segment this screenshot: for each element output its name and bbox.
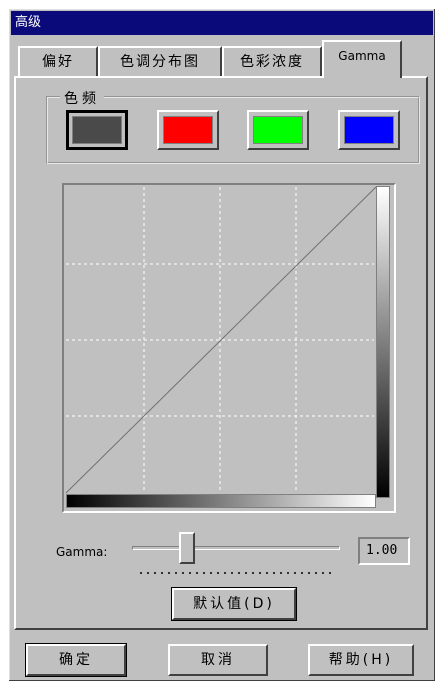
swatch-fill: [344, 116, 394, 144]
channel-green-button[interactable]: [247, 110, 309, 150]
gamma-curve-line: [65, 186, 377, 494]
swatch-fill: [163, 116, 213, 144]
window-title: 高级: [15, 15, 42, 30]
tab-preferences[interactable]: 偏好: [18, 46, 98, 76]
default-button[interactable]: 默认值(D): [171, 587, 297, 621]
swatch-fill: [72, 116, 122, 144]
cancel-button[interactable]: 取消: [168, 644, 268, 676]
tab-saturation[interactable]: 色彩浓度: [222, 46, 322, 76]
tab-gamma[interactable]: Gamma: [322, 40, 402, 78]
channel-gray-button[interactable]: [66, 110, 128, 150]
swatch-fill: [253, 116, 303, 144]
help-button[interactable]: 帮助(H): [308, 644, 414, 676]
ok-button[interactable]: 确定: [25, 643, 127, 677]
gamma-label: Gamma:: [56, 545, 108, 559]
tab-histogram[interactable]: 色调分布图: [98, 46, 222, 76]
gamma-slider-ticks: [140, 572, 336, 574]
channel-blue-button[interactable]: [338, 110, 400, 150]
gamma-slider-track[interactable]: [132, 546, 340, 550]
channel-red-button[interactable]: [157, 110, 219, 150]
gamma-value-field[interactable]: 1.00: [358, 537, 410, 565]
gamma-slider-thumb[interactable]: [179, 532, 195, 564]
output-gradient-bar: [376, 186, 390, 498]
input-gradient-bar: [66, 494, 376, 508]
title-bar: 高级: [11, 11, 433, 35]
gamma-curve-svg: [65, 186, 377, 494]
channel-group-label: 色频: [60, 88, 104, 108]
gamma-curve-area[interactable]: [62, 183, 396, 513]
